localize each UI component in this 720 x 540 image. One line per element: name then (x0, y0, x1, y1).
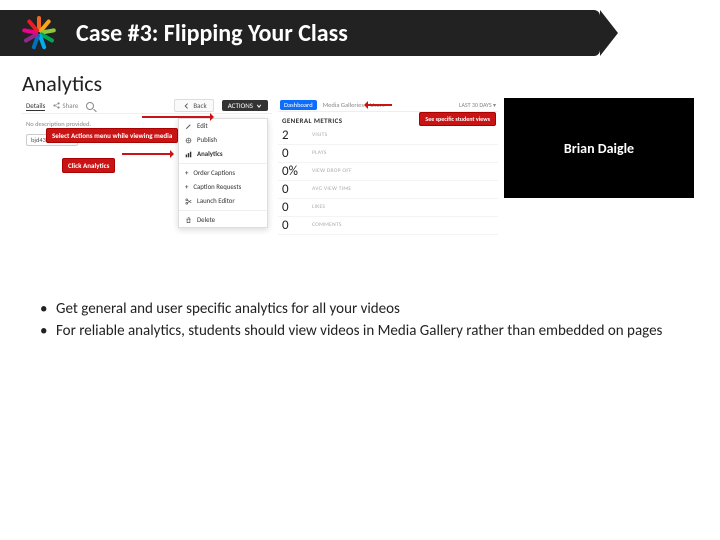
metric-row-drop: 0%VIEW DROP OFF (278, 163, 498, 181)
screenshot-video-thumbnail: Brian Daigle (504, 98, 694, 198)
actions-dropdown: Edit Publish Analytics + Order Captions … (178, 118, 268, 228)
arrow-to-users-icon (366, 104, 392, 106)
arrow-to-analytics-icon (122, 153, 172, 155)
bullet-item: Get general and user specific analytics … (40, 300, 680, 318)
chevron-down-icon (256, 103, 262, 109)
metric-row-plays: 0PLAYS (278, 145, 498, 163)
dropdown-caption-requests[interactable]: + Caption Requests (179, 180, 267, 194)
dropdown-order-captions[interactable]: + Order Captions (179, 166, 267, 180)
slide-title: Case #3: Flipping Your Class (76, 19, 348, 48)
share-icon (53, 102, 60, 109)
arrow-to-actions-icon (142, 116, 212, 118)
globe-icon (185, 137, 192, 144)
callout-click-analytics: Click Analytics (62, 158, 115, 173)
plus-icon: + (185, 183, 188, 191)
pencil-icon (185, 123, 192, 130)
dropdown-delete[interactable]: Delete (179, 213, 267, 227)
plus-icon: + (185, 169, 188, 177)
dropdown-publish[interactable]: Publish (179, 133, 267, 147)
dropdown-analytics[interactable]: Analytics (179, 147, 267, 161)
metric-row-likes: 0LIKES (278, 199, 498, 217)
details-tab[interactable]: Details (26, 101, 45, 111)
bullet-list: Get general and user specific analytics … (40, 300, 680, 344)
date-range[interactable]: LAST 30 DAYS ▾ (459, 101, 496, 109)
screenshot-media-actions: Details Share Back ACTIONS No descriptio… (22, 98, 272, 278)
metric-row-comments: 0COMMENTS (278, 217, 498, 235)
kaltura-logo-icon (22, 16, 56, 50)
metric-row-visits: 2VISITS (278, 127, 498, 145)
slide-header: Case #3: Flipping Your Class (0, 10, 600, 56)
scissors-icon (185, 198, 192, 205)
share-tab[interactable]: Share (53, 101, 78, 110)
trash-icon (185, 217, 192, 224)
dropdown-launch-editor[interactable]: Launch Editor (179, 194, 267, 208)
bullet-item: For reliable analytics, students should … (40, 322, 680, 340)
screenshot-analytics-dashboard: Dashboard Media Galleries Users LAST 30 … (278, 98, 498, 278)
metric-row-avg: 0AVG VIEW TIME (278, 181, 498, 199)
video-title-overlay: Brian Daigle (564, 140, 634, 157)
bar-chart-icon (185, 151, 192, 158)
header-tail-shape (600, 10, 618, 56)
search-icon[interactable] (86, 102, 94, 110)
callout-select-actions: Select Actions menu while viewing media (46, 128, 178, 143)
back-button[interactable]: Back (174, 99, 213, 112)
actions-button[interactable]: ACTIONS (222, 100, 268, 111)
tab-dashboard[interactable]: Dashboard (280, 100, 317, 110)
section-title: Analytics (22, 70, 102, 97)
callout-see-student-views: See specific student views (419, 112, 496, 126)
tab-media-galleries[interactable]: Media Galleries (323, 101, 364, 109)
screenshots-row: Details Share Back ACTIONS No descriptio… (22, 98, 704, 278)
dropdown-edit[interactable]: Edit (179, 119, 267, 133)
